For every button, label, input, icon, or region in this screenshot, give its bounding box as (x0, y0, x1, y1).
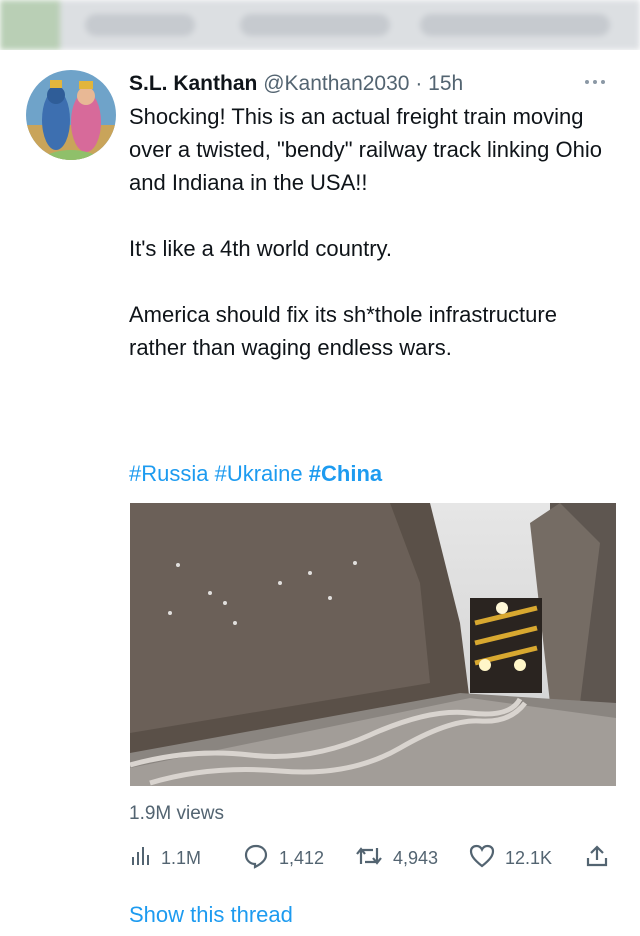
blurred-top-bar (0, 0, 640, 50)
blurred-element (420, 14, 610, 36)
share-icon (585, 844, 619, 873)
tweet-video[interactable] (130, 503, 616, 786)
tweet-paragraph: America should fix its sh*thole infrastr… (129, 302, 557, 360)
tweet-header: S.L. Kanthan @Kanthan2030 · 15h (129, 72, 463, 96)
blurred-element (85, 14, 195, 36)
author-name[interactable]: S.L. Kanthan (129, 72, 257, 95)
hashtag-link[interactable]: #Ukraine (215, 461, 303, 486)
timestamp[interactable]: 15h (428, 72, 463, 95)
hashtag-link[interactable]: #Russia (129, 461, 208, 486)
share-button[interactable] (585, 843, 619, 873)
reply-count: 1,412 (279, 847, 325, 868)
analytics-button[interactable]: 1.1M (129, 843, 201, 873)
analytics-icon (129, 845, 161, 872)
retweet-button[interactable]: 4,943 (355, 843, 438, 873)
reply-icon (243, 843, 279, 874)
tweet-paragraph: Shocking! This is an actual freight trai… (129, 104, 602, 195)
like-button[interactable]: 12.1K (469, 843, 552, 873)
blurred-element (240, 14, 390, 36)
heart-icon (469, 844, 505, 873)
author-handle[interactable]: @Kanthan2030 (263, 72, 409, 95)
tweet-actions: 1.1M 1,412 4,943 12.1K (129, 843, 619, 873)
tweet-paragraph: It's like a 4th world country. (129, 236, 393, 261)
retweet-count: 4,943 (393, 847, 439, 868)
more-icon[interactable] (583, 70, 607, 91)
separator-dot: · (415, 72, 423, 95)
blurred-image-fragment (0, 0, 60, 50)
like-count: 12.1K (505, 847, 553, 868)
retweet-icon (355, 844, 393, 873)
hashtag-link[interactable]: #China (309, 461, 382, 486)
avatar[interactable] (26, 70, 116, 160)
analytics-count: 1.1M (161, 847, 202, 868)
tweet-text: Shocking! This is an actual freight trai… (129, 100, 619, 364)
view-count: 1.9M views (129, 803, 225, 824)
reply-button[interactable]: 1,412 (243, 843, 324, 873)
hashtags: #Russia #Ukraine #China (129, 461, 382, 487)
show-thread-link[interactable]: Show this thread (129, 902, 293, 928)
